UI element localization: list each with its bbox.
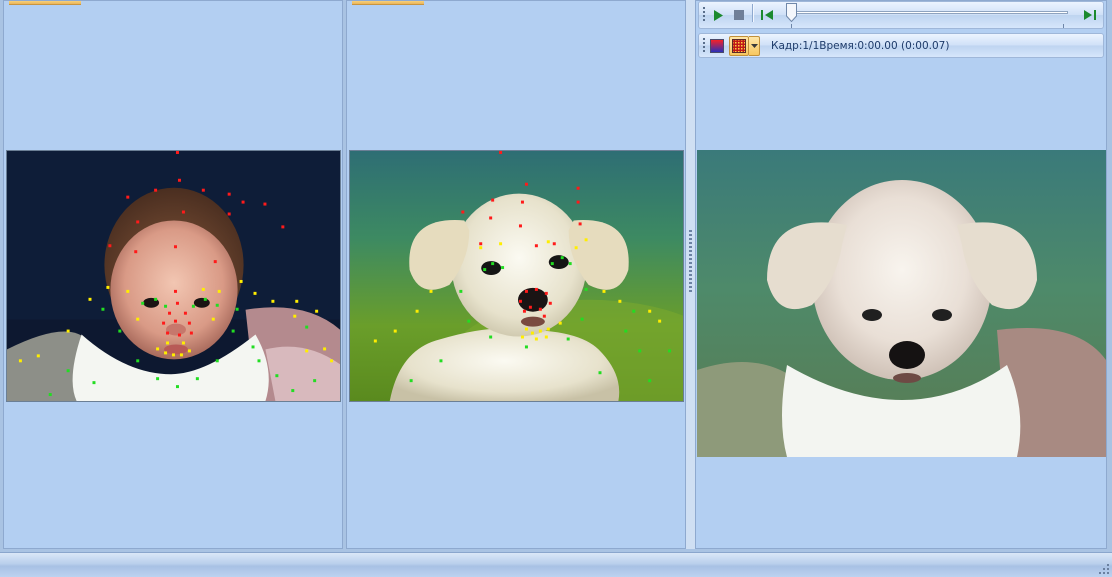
timeline-slider-thumb[interactable] [786,3,797,23]
target-image[interactable] [349,150,684,402]
result-image[interactable] [697,150,1106,457]
morphed-image [697,150,1106,457]
timeline-slider[interactable] [786,11,1068,14]
splitter-grip[interactable] [689,230,692,294]
slider-tick-end [1063,24,1064,28]
toolbar-grip[interactable] [703,38,705,52]
target-panel-tab[interactable] [352,1,424,5]
color-gradient-icon[interactable] [709,38,725,54]
morph-editor-window: Кадр:1/1Время:0:00.00 (0:00.07) [0,0,1112,577]
resize-grip-icon[interactable] [1099,564,1109,574]
next-frame-icon[interactable] [1082,7,1098,23]
status-bar [0,552,1112,577]
toolbar-grip[interactable] [703,7,705,21]
stop-icon[interactable] [731,7,747,23]
morph-pattern-icon [732,39,746,53]
target-image-panel[interactable] [346,0,686,549]
puppy-photo [350,151,683,401]
source-panel-tab[interactable] [9,1,81,5]
source-image[interactable] [6,150,341,402]
slider-tick-start [791,24,792,28]
result-panel[interactable] [695,0,1107,549]
source-image-panel[interactable] [3,0,343,549]
chevron-down-icon[interactable] [749,36,760,56]
toolbar-separator [752,4,753,22]
play-icon[interactable] [710,7,726,23]
previous-frame-icon[interactable] [759,7,775,23]
baby-face-photo [7,151,340,401]
frame-time-info: Кадр:1/1Время:0:00.00 (0:00.07) [771,40,950,52]
morph-pattern-button[interactable] [729,36,749,56]
